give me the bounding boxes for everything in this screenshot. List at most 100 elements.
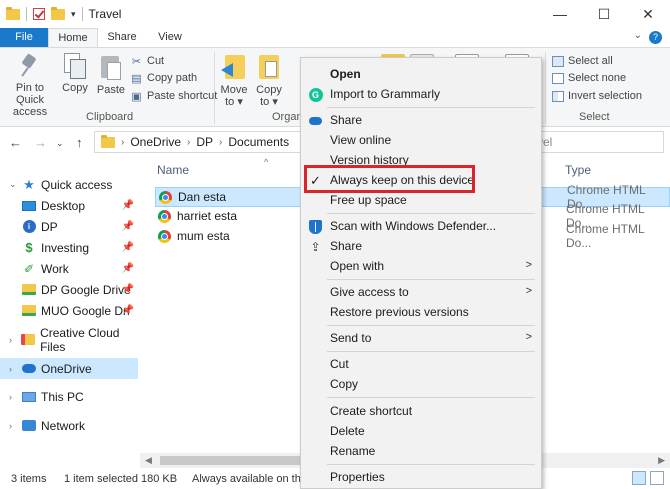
nav-item-muo-google-drive[interactable]: MUO Google Dri 📌 — [0, 300, 138, 321]
sort-ascending-icon: ^ — [264, 157, 269, 167]
cut-button[interactable]: ✂ Cut — [130, 53, 164, 69]
menu-item-share-onedrive[interactable]: Share — [301, 110, 541, 130]
minimize-button[interactable]: — — [538, 0, 582, 28]
copy-to-button[interactable]: Copy to ▾ — [255, 53, 283, 108]
menu-item-import-to-grammarly[interactable]: G Import to Grammarly — [301, 84, 541, 104]
move-to-button[interactable]: Move to ▾ — [220, 53, 248, 108]
scroll-right-icon[interactable]: ▶ — [658, 455, 665, 466]
chevron-right-icon[interactable]: › — [187, 137, 190, 148]
details-view-icon[interactable] — [632, 471, 646, 485]
menu-item-open-with[interactable]: Open with > — [301, 256, 541, 276]
address-bar[interactable]: › OneDrive › DP › Documents — [94, 131, 304, 153]
divider — [26, 7, 27, 21]
copy-path-button[interactable]: ▤ Copy path — [130, 70, 197, 86]
menu-item-properties[interactable]: Properties — [301, 467, 541, 487]
menu-divider — [327, 107, 535, 108]
pin-to-quick-access-button[interactable]: Pin to Quick access — [4, 53, 56, 118]
customize-toolbar-icon[interactable]: ▾ — [71, 9, 76, 20]
menu-divider — [327, 351, 535, 352]
star-icon: ★ — [23, 176, 35, 192]
breadcrumb-onedrive[interactable]: OneDrive — [130, 135, 181, 149]
file-type: Chrome HTML Do... — [566, 222, 645, 250]
tab-file[interactable]: File — [0, 28, 48, 47]
menu-item-scan-defender[interactable]: Scan with Windows Defender... — [301, 216, 541, 236]
scroll-left-icon[interactable]: ◀ — [145, 455, 152, 466]
grammarly-icon: G — [308, 87, 323, 102]
menu-item-rename[interactable]: Rename — [301, 441, 541, 461]
large-icons-view-icon[interactable] — [650, 471, 664, 485]
collapse-ribbon-icon[interactable]: ⌄ — [634, 30, 642, 41]
copy-to-icon — [256, 53, 282, 81]
chevron-down-icon[interactable]: ⌄ — [9, 179, 19, 190]
column-header-type[interactable]: Type — [565, 157, 591, 183]
back-arrow-icon[interactable]: ← — [9, 135, 22, 150]
nav-item-desktop[interactable]: Desktop 📌 — [0, 195, 138, 216]
folder-icon — [101, 134, 115, 148]
forward-arrow-icon[interactable]: → — [34, 135, 47, 150]
menu-item-give-access-to[interactable]: Give access to > — [301, 282, 541, 302]
menu-item-restore-previous-versions[interactable]: Restore previous versions — [301, 302, 541, 322]
chevron-right-icon[interactable]: › — [9, 421, 19, 431]
nav-item-dp[interactable]: i DP 📌 — [0, 216, 138, 237]
work-icon: ✐ — [23, 261, 35, 276]
chevron-right-icon[interactable]: › — [9, 392, 19, 402]
column-header-name[interactable]: Name — [157, 157, 189, 183]
copy-icon — [64, 53, 86, 79]
share-icon: ⇪ — [310, 239, 321, 254]
invert-selection-button[interactable]: Invert selection — [552, 88, 642, 104]
paste-shortcut-button[interactable]: ▣ Paste shortcut — [130, 88, 217, 104]
status-selected-count: 1 item selected — [64, 473, 138, 485]
select-none-button[interactable]: Select none — [552, 70, 626, 86]
menu-item-open[interactable]: Open — [301, 64, 541, 84]
breadcrumb-documents[interactable]: Documents — [228, 135, 289, 149]
close-button[interactable]: ✕ — [626, 0, 670, 28]
menu-item-always-keep-on-device[interactable]: ✓ Always keep on this device — [301, 170, 541, 190]
menu-divider — [327, 213, 535, 214]
menu-item-view-online[interactable]: View online — [301, 130, 541, 150]
chevron-right-icon[interactable]: › — [9, 364, 19, 374]
nav-item-network[interactable]: › Network — [0, 415, 138, 436]
menu-divider — [327, 279, 535, 280]
new-folder-icon[interactable] — [51, 6, 65, 20]
menu-item-send-to[interactable]: Send to > — [301, 328, 541, 348]
menu-item-copy[interactable]: Copy — [301, 374, 541, 394]
copy-button[interactable]: Copy — [60, 53, 90, 94]
menu-item-create-shortcut[interactable]: Create shortcut — [301, 401, 541, 421]
breadcrumb-dp[interactable]: DP — [196, 135, 213, 149]
divider — [545, 52, 546, 124]
recent-locations-icon[interactable]: ⌄ — [56, 138, 64, 149]
gdrive-folder-icon — [22, 284, 36, 295]
select-all-icon — [552, 55, 564, 67]
properties-icon[interactable] — [33, 8, 45, 20]
nav-item-quick-access[interactable]: ⌄ ★ Quick access — [0, 174, 138, 195]
search-input[interactable]: vel — [530, 131, 664, 153]
chevron-right-icon[interactable]: › — [121, 137, 124, 148]
clipboard-group-label: Clipboard — [86, 111, 134, 123]
nav-item-creative-cloud[interactable]: › Creative Cloud Files — [0, 326, 138, 354]
paste-button[interactable]: Paste — [96, 53, 126, 96]
up-arrow-icon[interactable]: ↑ — [76, 135, 83, 150]
nav-item-dp-google-drive[interactable]: DP Google Drive 📌 — [0, 279, 138, 300]
nav-item-investing[interactable]: $ Investing 📌 — [0, 237, 138, 258]
creative-cloud-icon — [21, 334, 36, 345]
select-all-button[interactable]: Select all — [552, 53, 613, 69]
menu-item-delete[interactable]: Delete — [301, 421, 541, 441]
check-icon: ✓ — [310, 172, 321, 188]
menu-item-share[interactable]: ⇪ Share — [301, 236, 541, 256]
gdrive-folder-icon — [22, 305, 36, 316]
tab-view[interactable]: View — [146, 28, 194, 47]
menu-item-free-up-space[interactable]: Free up space — [301, 190, 541, 210]
nav-item-this-pc[interactable]: › This PC — [0, 386, 138, 407]
tab-share[interactable]: Share — [98, 28, 146, 47]
nav-item-onedrive[interactable]: › OneDrive — [0, 358, 138, 379]
maximize-button[interactable]: ☐ — [582, 0, 626, 28]
menu-item-cut[interactable]: Cut — [301, 354, 541, 374]
nav-item-work[interactable]: ✐ Work 📌 — [0, 258, 138, 279]
chevron-right-icon[interactable]: › — [9, 335, 18, 345]
menu-item-version-history[interactable]: Version history — [301, 150, 541, 170]
file-name: Dan esta — [178, 190, 227, 204]
help-icon[interactable]: ? — [649, 31, 662, 44]
pc-icon — [22, 391, 36, 402]
tab-home[interactable]: Home — [48, 28, 98, 47]
chevron-right-icon[interactable]: › — [219, 137, 222, 148]
